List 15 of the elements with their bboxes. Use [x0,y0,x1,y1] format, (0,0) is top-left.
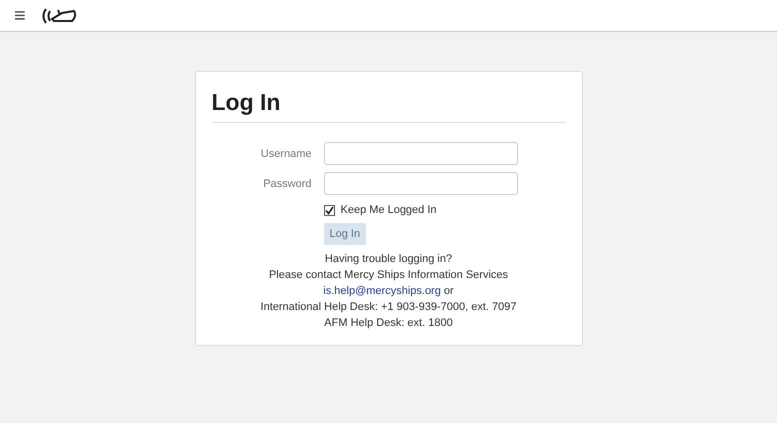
checkbox-label: Keep Me Logged In [340,204,437,216]
input-field[interactable] [324,172,518,195]
help-text: International Help Desk: +1 903-939-7000, ext. 7097 [260,300,516,315]
help-text: or [444,285,454,297]
checkbox[interactable] [324,204,334,216]
field-label: Username [260,148,312,160]
logo-icon [40,6,78,24]
email-link[interactable]: is.help@mercyships.org [323,285,441,297]
field-label: Password [262,178,312,190]
input-field[interactable] [324,142,518,165]
help-text: Please contact Mercy Ships Information Services [268,268,508,283]
help-text: AFM Help Desk: ext. 1800 [324,316,453,331]
page-title: Log In [212,86,566,123]
help-text: Having trouble logging in? [324,252,452,267]
menu-button[interactable]: ≡ [14,6,26,26]
